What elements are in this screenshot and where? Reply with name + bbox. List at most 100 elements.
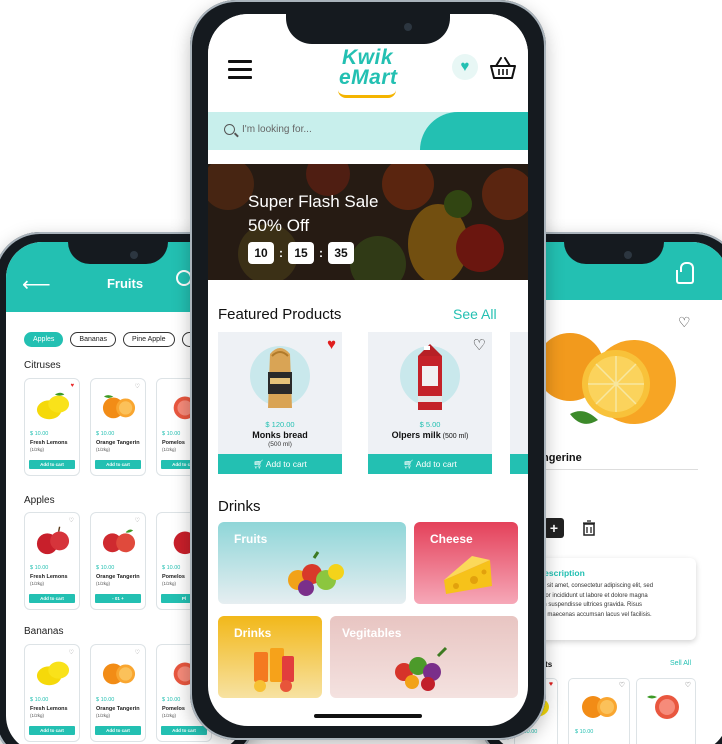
drinks-section-title: Drinks: [218, 498, 261, 515]
heart-outline-icon[interactable]: ♡: [135, 649, 140, 656]
product-qty: (1/2kg): [96, 447, 111, 452]
category-label: Cheese: [430, 532, 473, 546]
product-qty: (1/2kg): [30, 713, 45, 718]
product-name: Orange Tangerin: [96, 706, 140, 712]
search-icon: [224, 124, 235, 135]
category-fruits[interactable]: Fruits: [218, 522, 406, 604]
chip-apples[interactable]: Apples: [24, 332, 64, 347]
timer-separator: :: [319, 246, 323, 260]
camera-dot: [624, 251, 632, 259]
menu-icon[interactable]: [228, 60, 252, 79]
heart-outline-icon[interactable]: ♡: [685, 681, 691, 689]
add-to-cart-button[interactable]: 🛒︎ Add to cart: [218, 454, 342, 474]
tangerine-image: [536, 333, 676, 424]
see-all-link[interactable]: See All: [453, 306, 497, 322]
heart-outline-icon[interactable]: ♡: [69, 649, 74, 656]
heart-outline-icon[interactable]: ♡: [473, 336, 486, 354]
increase-quantity-button[interactable]: +: [544, 518, 564, 538]
citruses-row: ♥ $ 10.00 Fresh Lemons (1/2kg) Add to ca…: [24, 378, 212, 476]
product-name: Pomelos: [162, 706, 185, 712]
add-to-cart-button[interactable]: Add to cart: [29, 726, 75, 735]
product-qty: (1/2kg): [30, 581, 45, 586]
quantity-stepper[interactable]: - 01 +: [95, 594, 141, 603]
countdown-timer: 10 : 15 : 35: [248, 242, 354, 264]
bananas-row: ♡ $ 10.00 Fresh Lemons (1/2kg) Add to ca…: [24, 644, 212, 742]
product-price: $ 10.00: [575, 729, 594, 735]
add-to-cart-button[interactable]: 🛒︎ Add to cart: [368, 454, 492, 474]
search-bar[interactable]: I'm looking for...: [208, 112, 528, 150]
category-cheese[interactable]: Cheese: [414, 522, 518, 604]
product-price: $ 5.00: [419, 420, 441, 429]
chip-pine-apple[interactable]: Pine Apple: [123, 332, 175, 347]
product-qty: (1/2kg): [162, 713, 177, 718]
product-price: $ 10.00: [30, 697, 49, 703]
product-qty: (1/2kg): [162, 447, 177, 452]
add-to-cart-label: Add to cart: [415, 459, 457, 469]
filter-chips: Apples Bananas Pine Apple P: [24, 332, 205, 347]
product-name-text: Olpers milk: [391, 430, 441, 440]
heart-icon[interactable]: ♥: [70, 383, 74, 389]
search-input[interactable]: I'm looking for...: [242, 124, 312, 135]
product-price: $ 10.00: [162, 565, 181, 571]
heart-icon[interactable]: ♥: [549, 681, 553, 688]
product-price: $ 120.00: [265, 420, 295, 429]
product-price: $ 10.00: [162, 431, 181, 437]
description-line: psum suspendisse ultrices gravida. Risus: [532, 602, 643, 608]
apples-row: ♡ $ 10.00 Fresh Lemons (1/2kg) Add to ca…: [24, 512, 212, 610]
product-name: Pomelos: [162, 440, 185, 446]
product-card[interactable]: ♥ $ 120.00 Monks bread (500 ml) 🛒︎ Add t…: [218, 332, 342, 474]
category-vegitables[interactable]: Vegitables: [330, 616, 518, 698]
related-product-card[interactable]: ♡: [636, 678, 696, 744]
add-to-cart-button[interactable]: Add to cart: [161, 726, 207, 735]
basket-icon[interactable]: [490, 56, 516, 80]
heart-outline-icon[interactable]: ♡: [619, 681, 625, 689]
heart-outline-icon[interactable]: ♡: [135, 517, 140, 524]
product-qty: (500 ml): [268, 441, 292, 448]
product-qty: (1/2kg): [162, 581, 177, 586]
orange-image: [582, 696, 617, 718]
product-card[interactable]: ♡ $ 5.00 Olpers milk (500 ml) 🛒︎ Add to …: [368, 332, 492, 474]
product-card[interactable]: ♡ $ 10.00 Orange Tangerin (1/2kg) - 01 +: [90, 512, 146, 610]
category-label: Fruits: [234, 532, 268, 546]
product-card-partial[interactable]: [510, 332, 528, 474]
add-to-cart-button[interactable]: [510, 454, 528, 474]
cart-icon: 🛒︎: [403, 459, 414, 469]
camera-dot: [130, 251, 138, 259]
wishlist-heart-icon[interactable]: ♥: [452, 54, 478, 80]
basket-icon[interactable]: [676, 262, 694, 284]
trash-icon[interactable]: [582, 520, 596, 536]
product-price: $ 10.00: [96, 565, 115, 571]
product-name: Olpers milk (500 ml): [368, 430, 492, 440]
product-qty: (500 ml): [440, 433, 469, 440]
app-mockup-stage: ⟵ Fruits Apples Bananas Pine Apple P Cit…: [0, 0, 722, 744]
chip-bananas[interactable]: Bananas: [70, 332, 117, 347]
heart-outline-icon[interactable]: ♡: [135, 383, 140, 390]
apple-image: [36, 526, 70, 555]
add-to-cart-button[interactable]: Add to cart: [95, 460, 141, 469]
product-name: Orange Tangerin: [96, 574, 140, 580]
heart-outline-icon[interactable]: ♡: [69, 517, 74, 524]
category-label: Vegitables: [342, 626, 402, 640]
sell-all-link[interactable]: Sell All: [670, 660, 691, 667]
product-card[interactable]: ♡ $ 10.00 Fresh Lemons (1/2kg) Add to ca…: [24, 644, 80, 742]
add-to-cart-button[interactable]: Add to cart: [95, 726, 141, 735]
product-card[interactable]: ♡ $ 10.00 Orange Tangerin (1/2kg) Add to…: [90, 378, 146, 476]
add-to-cart-button[interactable]: Add to cart: [29, 594, 75, 603]
timer-hours: 10: [248, 242, 274, 264]
lemon-image: [36, 392, 70, 420]
product-card[interactable]: ♥ $ 10.00 Fresh Lemons (1/2kg) Add to ca…: [24, 378, 80, 476]
add-to-cart-label: Add to cart: [265, 459, 307, 469]
timer-minutes: 15: [288, 242, 314, 264]
flash-sale-banner[interactable]: Super Flash Sale 50% Off 10 : 15 : 35: [208, 164, 528, 280]
product-qty: (1/2kg): [96, 581, 111, 586]
category-drinks[interactable]: Drinks: [218, 616, 322, 698]
cheese-image: [444, 556, 492, 594]
heart-icon[interactable]: ♥: [327, 336, 336, 353]
related-product-card[interactable]: ♡ $ 10.00: [568, 678, 630, 744]
product-card[interactable]: ♡ $ 10.00 Orange Tangerin (1/2kg) Add to…: [90, 644, 146, 742]
product-name: Orange Tangerin: [96, 440, 140, 446]
add-to-cart-button[interactable]: Add to cart: [29, 460, 75, 469]
section-title-apples: Apples: [24, 495, 55, 506]
product-card[interactable]: ♡ $ 10.00 Fresh Lemons (1/2kg) Add to ca…: [24, 512, 80, 610]
description-line: verra maecenas accumsan lacus vel facili…: [532, 611, 652, 618]
